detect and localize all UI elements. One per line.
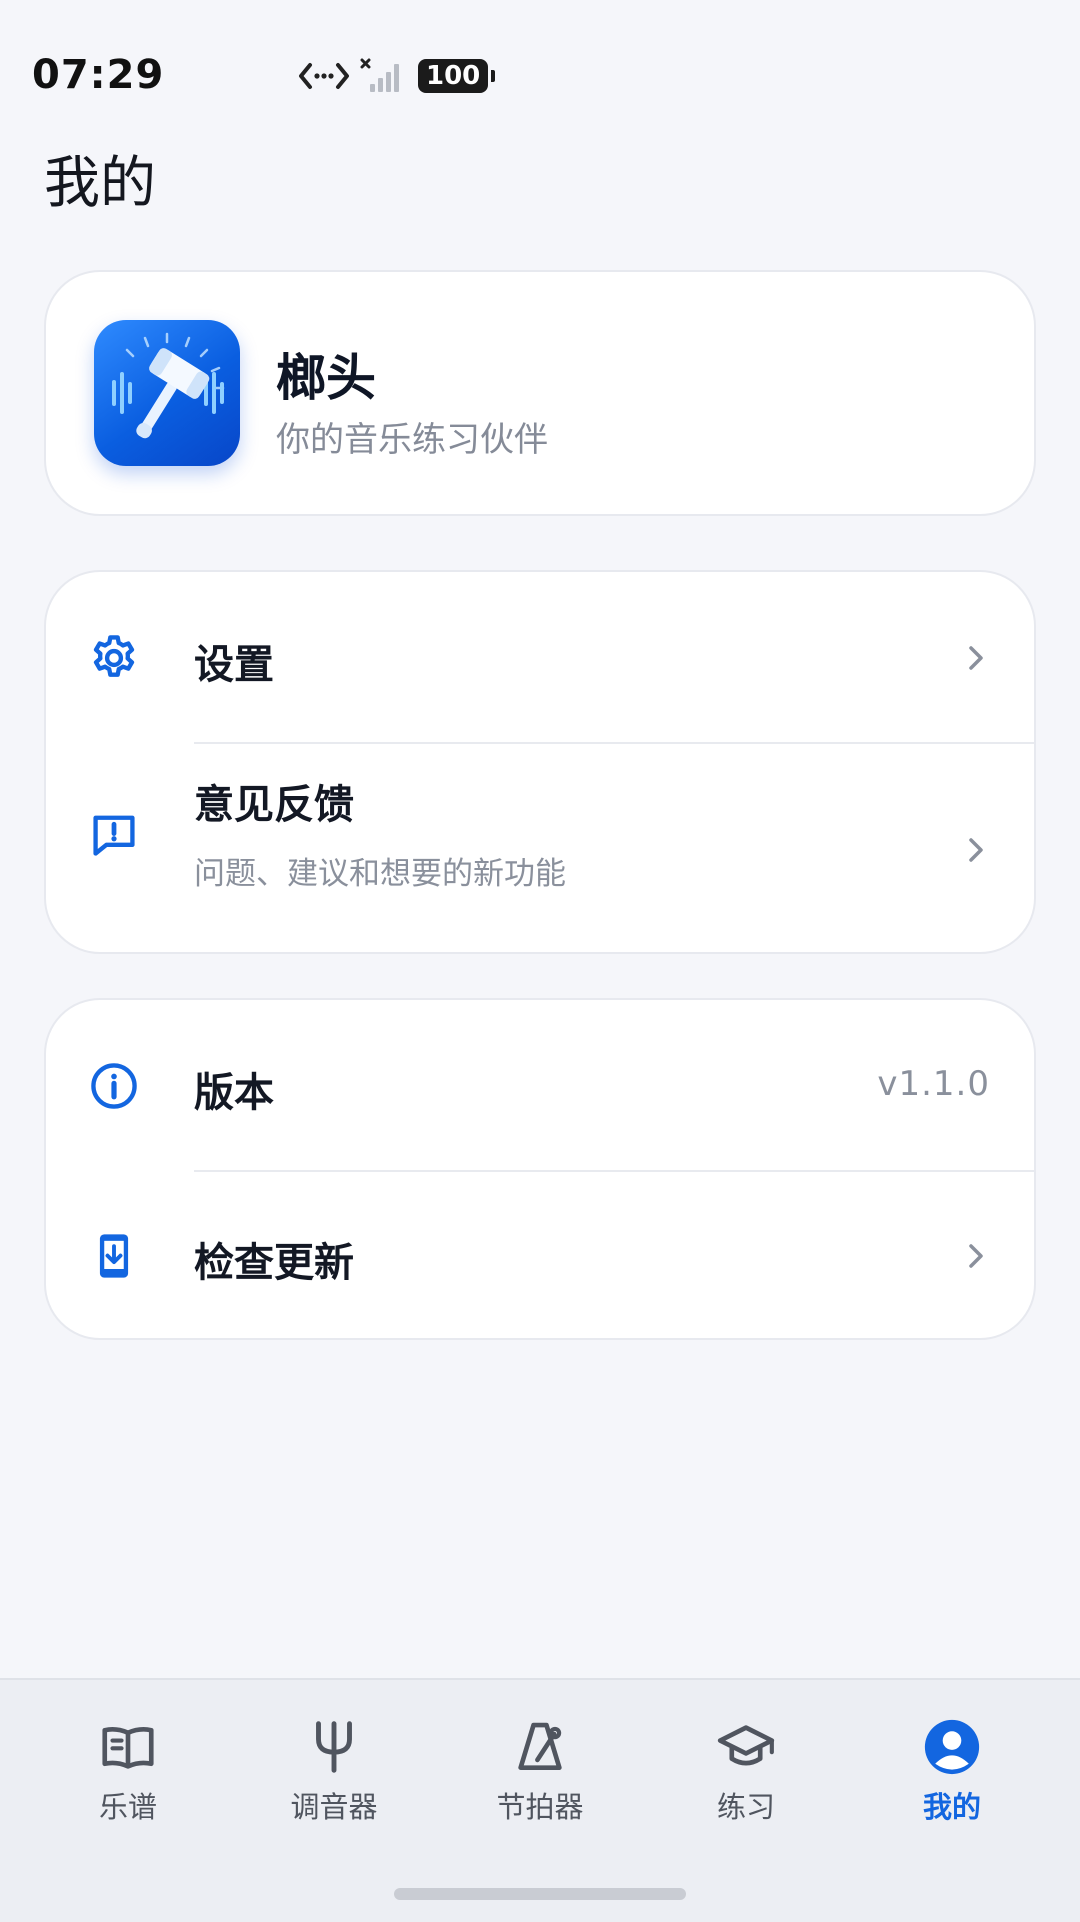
metronome-icon [518,1722,562,1770]
chevron-right-icon [969,646,983,670]
chevron-right-icon [969,838,983,862]
feedback-row[interactable]: 意见反馈 问题、建议和想要的新功能 [46,744,1034,952]
tab-sheet-music[interactable]: 乐谱 [48,1716,208,1836]
app-logo [94,320,240,466]
tab-practice[interactable]: 练习 [666,1716,826,1836]
app-info-card: 榔头 你的音乐练习伙伴 [44,270,1036,516]
data-transfer-icon [299,63,349,89]
status-bar: 07:29 100 [0,0,1080,130]
bottom-tab-bar: 乐谱 调音器 节拍器 练习 我的 [0,1678,1080,1922]
version-value: v1.1.0 [877,1064,990,1104]
feedback-label: 意见反馈 [194,782,354,828]
home-indicator [394,1888,686,1900]
page-title: 我的 [44,151,156,216]
battery-indicator: 100 [418,59,496,93]
book-icon [102,1727,154,1769]
menu-card-about: 版本 v1.1.0 检查更新 [44,998,1036,1340]
tab-mine[interactable]: 我的 [872,1716,1032,1836]
signal-icon [360,58,399,92]
check-update-row[interactable]: 检查更新 [46,1172,1034,1338]
feedback-subtitle: 问题、建议和想要的新功能 [194,856,566,892]
check-update-label: 检查更新 [194,1240,354,1286]
graduation-cap-icon [717,1725,775,1766]
settings-label: 设置 [194,642,274,688]
menu-card-primary: 设置 意见反馈 问题、建议和想要的新功能 [44,570,1036,954]
tab-tuner[interactable]: 调音器 [254,1716,414,1836]
tab-label: 我的 [922,1790,981,1824]
settings-row[interactable]: 设置 [46,572,1034,742]
download-icon [99,1234,129,1278]
chevron-right-icon [969,1244,983,1268]
version-label: 版本 [194,1070,274,1116]
tab-label: 乐谱 [98,1790,157,1824]
gear-icon [93,635,135,677]
tab-label: 练习 [716,1790,775,1824]
feedback-icon [93,815,135,856]
status-time: 07:29 [32,52,165,98]
info-icon [91,1063,137,1109]
tab-label: 节拍器 [496,1790,584,1824]
tuning-fork-icon [316,1721,352,1773]
hammer-icon [112,332,225,439]
version-row: 版本 v1.1.0 [46,1000,1034,1170]
user-icon [924,1719,980,1775]
tab-label: 调音器 [290,1790,378,1824]
app-name: 榔头 [276,349,376,407]
status-icons: 100 [298,58,496,94]
app-tagline: 你的音乐练习伙伴 [276,420,548,460]
tab-metronome[interactable]: 节拍器 [460,1716,620,1836]
